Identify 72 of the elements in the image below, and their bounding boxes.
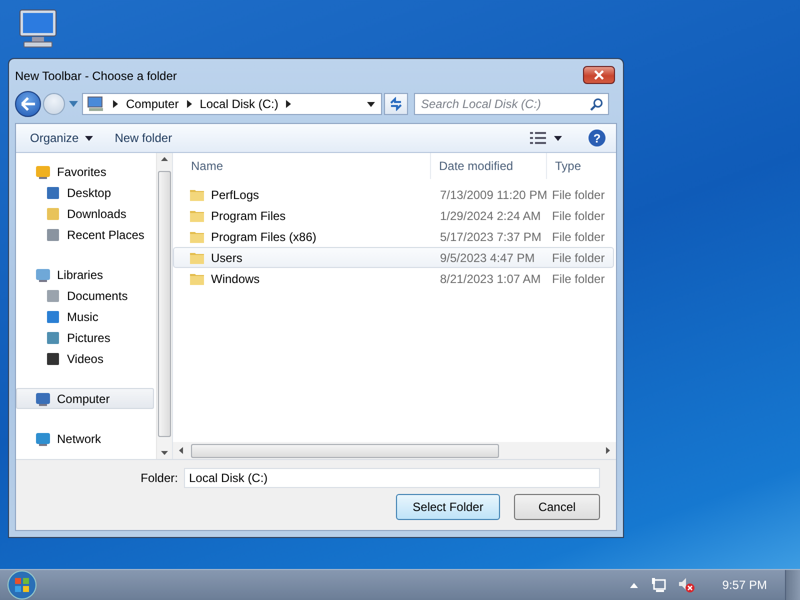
chevron-icon[interactable]: [286, 100, 292, 108]
file-name: Users: [211, 250, 242, 264]
help-icon[interactable]: ?: [588, 129, 606, 147]
sidebar-item[interactable]: Recent Places: [16, 224, 154, 245]
search-field[interactable]: Search Local Disk (C:): [414, 93, 609, 115]
date-cell-text: 8/21/2023 1:07 AM: [439, 272, 542, 286]
sidebar-item[interactable]: Downloads: [16, 203, 154, 224]
file-name: Program Files (x86): [211, 230, 316, 244]
column-header[interactable]: Date modified: [431, 153, 547, 179]
file-row[interactable]: Windows 8/21/2023 1:07 AM File folder: [173, 268, 614, 289]
scroll-thumb[interactable]: [158, 171, 171, 437]
date-cell-text: 1/29/2024 2:24 AM: [439, 208, 542, 222]
sidebar-item[interactable]: Computer: [16, 388, 154, 409]
horizontal-scrollbar[interactable]: [173, 442, 616, 459]
close-icon: [593, 70, 605, 80]
caret-icon: [84, 136, 93, 140]
vertical-scrollbar[interactable]: [156, 153, 172, 459]
scroll-up-icon[interactable]: [161, 157, 168, 161]
file-row[interactable]: Users 9/5/2023 4:47 PM File folder: [173, 247, 614, 268]
sidebar-item[interactable]: Desktop: [16, 182, 154, 203]
search-icon: [590, 98, 603, 111]
cancel-button[interactable]: Cancel: [514, 494, 600, 520]
type-cell-text: File folder: [551, 208, 606, 222]
dropdown-arrow-icon[interactable]: [367, 102, 375, 106]
muted-speaker-icon[interactable]: [678, 577, 696, 593]
sidebar-item[interactable]: Favorites: [16, 161, 154, 182]
computer-icon: [87, 96, 105, 112]
scroll-down-icon[interactable]: [161, 451, 168, 455]
scroll-thumb[interactable]: [191, 444, 499, 458]
sidebar-item[interactable]: Pictures: [16, 327, 154, 348]
scroll-right-icon[interactable]: [606, 447, 610, 454]
column-header[interactable]: Name: [173, 153, 431, 179]
refresh-button[interactable]: [384, 93, 408, 115]
caret-icon[interactable]: [554, 136, 562, 140]
back-button[interactable]: [15, 91, 41, 117]
type-cell-text: File folder: [551, 188, 606, 202]
breadcrumb[interactable]: Computer: [126, 97, 179, 111]
date-cell-text: 5/17/2023 7:37 PM: [439, 230, 542, 244]
show-hidden-icons-icon[interactable]: [630, 582, 638, 588]
type-cell-text: File folder: [551, 250, 606, 264]
view-list-icon[interactable]: [530, 132, 546, 144]
refresh-icon: [389, 97, 403, 111]
type-cell-text: File folder: [551, 272, 606, 286]
window-title: New Toolbar - Choose a folder: [15, 69, 177, 83]
file-row[interactable]: PerfLogs 7/13/2009 11:20 PM File folder: [173, 184, 614, 205]
chevron-icon[interactable]: [186, 100, 192, 108]
date-cell-text: 7/13/2009 11:20 PM: [439, 188, 548, 202]
column-header[interactable]: Type: [547, 153, 616, 179]
close-button[interactable]: [583, 66, 615, 84]
sidebar-item[interactable]: Documents: [16, 285, 154, 306]
address-bar[interactable]: Computer Local Disk (C:): [82, 93, 382, 115]
file-row[interactable]: Program Files (x86) 5/17/2023 7:37 PM File folder: [173, 226, 614, 247]
chevron-icon[interactable]: [113, 100, 118, 108]
select-folder-button[interactable]: Select Folder: [396, 494, 500, 520]
sidebar-item[interactable]: Music: [16, 306, 154, 327]
type-cell-text: File folder: [551, 230, 606, 244]
breadcrumb[interactable]: Local Disk (C:): [200, 97, 278, 111]
file-name: Windows: [211, 272, 260, 286]
new-folder-button[interactable]: New folder: [110, 128, 176, 148]
file-row[interactable]: Program Files 1/29/2024 2:24 AM File folder: [173, 205, 614, 226]
sidebar-item[interactable]: Videos: [16, 348, 154, 369]
organize-button[interactable]: Organize: [26, 128, 97, 148]
file-name: PerfLogs: [211, 188, 260, 202]
back-arrow-icon: [20, 97, 36, 111]
scroll-left-icon[interactable]: [179, 447, 183, 454]
date-cell-text: 9/5/2023 4:47 PM: [439, 250, 536, 264]
sidebar-item[interactable]: Network: [16, 428, 154, 449]
folder-label: Folder:: [140, 471, 178, 485]
computer-icon: [35, 390, 51, 406]
file-name: Program Files: [211, 208, 286, 222]
folder-field[interactable]: Local Disk (C:): [184, 468, 600, 488]
sidebar-item[interactable]: Libraries: [16, 264, 154, 285]
